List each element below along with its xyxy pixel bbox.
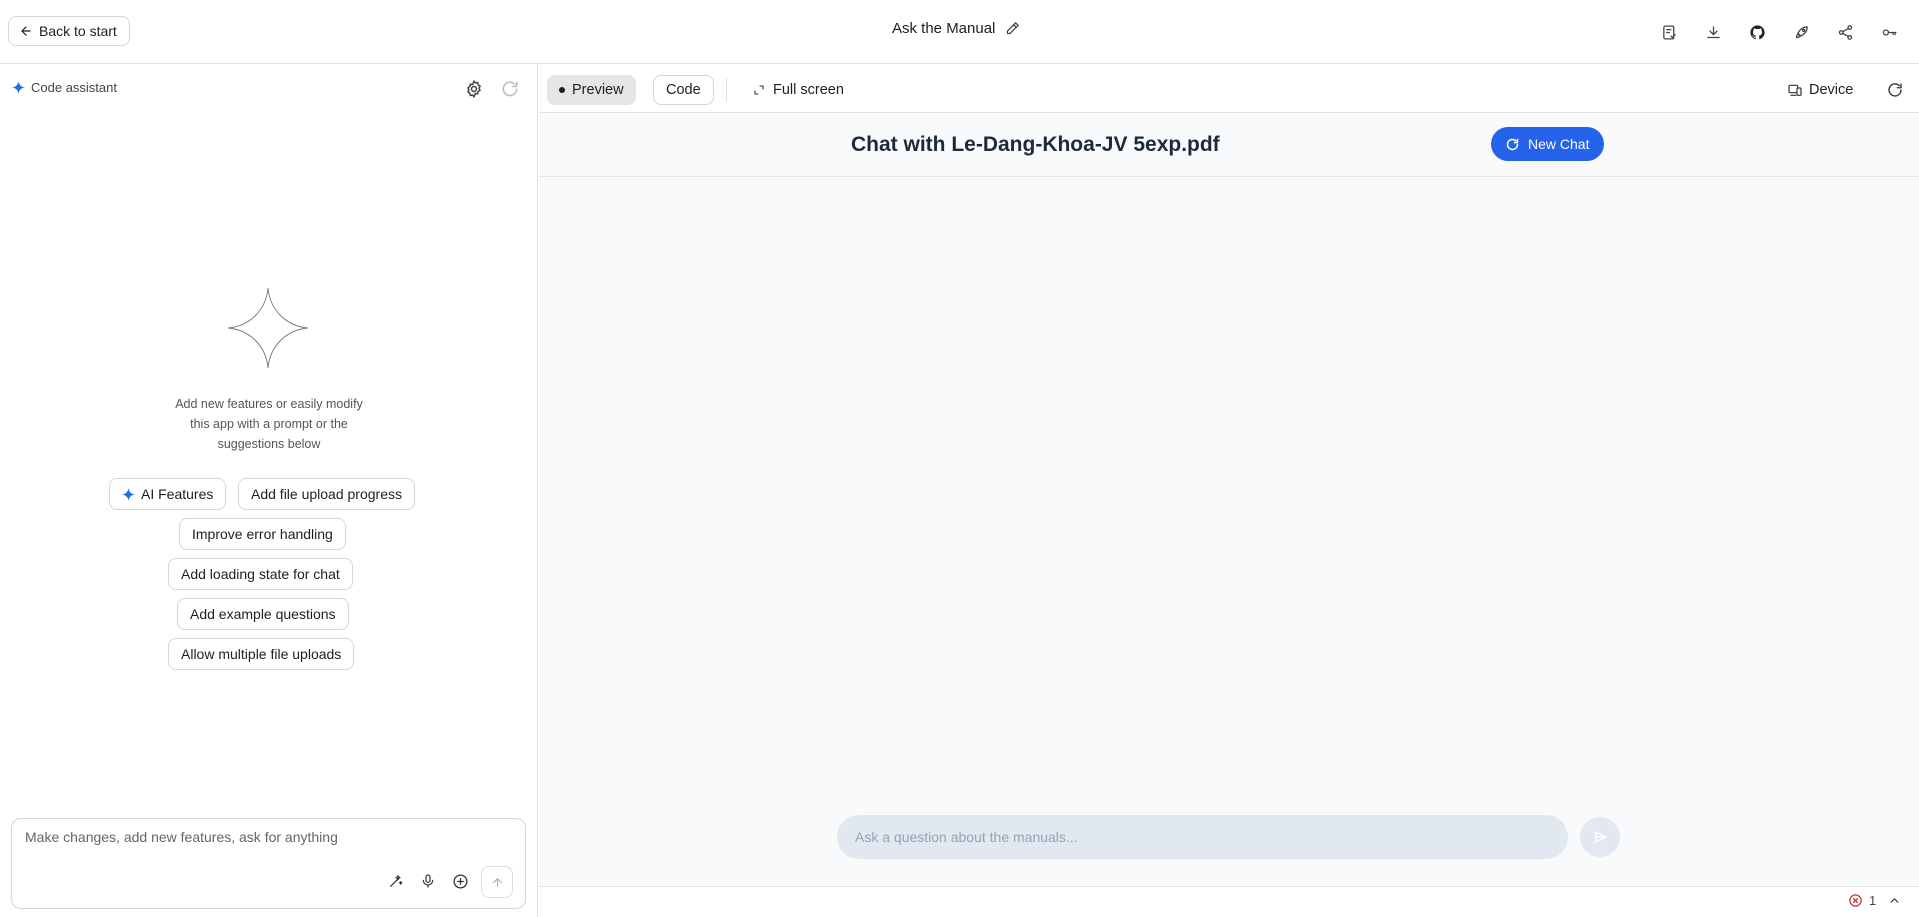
back-to-start-label: Back to start (39, 23, 117, 39)
code-assistant-panel: Code assistant Add new features or easil… (0, 64, 538, 917)
full-screen-button[interactable]: Full screen (753, 75, 844, 105)
expand-icon (754, 85, 764, 95)
download-icon (1706, 25, 1720, 38)
suggestion-add-loading-state[interactable]: Add loading state for chat (168, 558, 353, 590)
app-header: Chat with Le-Dang-Khoa-JV 5exp.pdf New C… (539, 113, 1919, 177)
refresh-icon (1506, 138, 1519, 150)
arrow-left-icon (21, 26, 31, 36)
magic-wand-icon (390, 875, 403, 887)
app-title-area: Ask the Manual (892, 20, 1020, 37)
add-attachment-button[interactable] (449, 870, 471, 892)
suggestion-label: Add example questions (190, 606, 336, 622)
suggestion-improve-error-handling[interactable]: Improve error handling (179, 518, 346, 550)
suggestion-add-file-upload-progress[interactable]: Add file upload progress (238, 478, 415, 510)
preview-panel: Preview Code Full screen Device Chat wit… (539, 64, 1919, 917)
assistant-description: Add new features or easily modify this a… (175, 397, 363, 451)
status-bar: 1 (539, 886, 1919, 917)
api-key-button[interactable] (1867, 18, 1911, 46)
arrow-up-icon (492, 877, 502, 887)
top-bar: Back to start Ask the Manual (0, 0, 1919, 64)
tab-preview-label: Preview (572, 82, 624, 98)
app-title: Ask the Manual (892, 20, 996, 37)
back-to-start-button[interactable]: Back to start (8, 16, 130, 46)
suggestion-label: Add file upload progress (251, 486, 402, 502)
assistant-header: Code assistant (12, 80, 117, 95)
question-input[interactable] (837, 815, 1568, 859)
deploy-button[interactable] (1779, 18, 1823, 46)
error-count: 1 (1869, 893, 1877, 908)
devices-icon (1788, 84, 1802, 96)
prompt-send-button[interactable] (481, 866, 513, 898)
error-indicator[interactable]: 1 (1848, 893, 1901, 908)
suggestion-label: Add loading state for chat (181, 566, 340, 582)
share-button[interactable] (1823, 18, 1867, 46)
toolbar-divider (726, 78, 727, 102)
changes-button[interactable] (1647, 18, 1691, 46)
api-key-icon (1882, 28, 1897, 36)
tab-code[interactable]: Code (653, 75, 714, 105)
large-sparkle-icon (227, 287, 309, 369)
share-icon (1838, 24, 1852, 40)
suggestion-label: AI Features (141, 486, 214, 502)
suggestion-allow-multiple-uploads[interactable]: Allow multiple file uploads (168, 638, 355, 670)
magic-edit-button[interactable] (385, 870, 407, 892)
changes-icon (1662, 24, 1676, 40)
sparkle-icon (122, 487, 135, 501)
device-label: Device (1809, 82, 1854, 98)
microphone-button[interactable] (417, 870, 439, 892)
error-circle-icon (1849, 894, 1862, 907)
settings-gear-icon[interactable] (464, 79, 484, 99)
suggestion-label: Allow multiple file uploads (181, 646, 342, 662)
suggestion-ai-features[interactable]: AI Features (109, 478, 227, 510)
top-actions (1647, 18, 1911, 46)
new-chat-button[interactable]: New Chat (1491, 127, 1605, 161)
send-icon (1594, 831, 1607, 843)
github-icon (1749, 24, 1765, 39)
chevron-up-icon (1890, 898, 1899, 903)
app-preview: Chat with Le-Dang-Khoa-JV 5exp.pdf New C… (539, 113, 1919, 886)
new-chat-label: New Chat (1528, 136, 1590, 152)
microphone-icon (422, 874, 434, 888)
tab-code-label: Code (666, 82, 701, 98)
tab-preview[interactable]: Preview (547, 75, 636, 105)
question-send-button[interactable] (1580, 817, 1620, 857)
full-screen-label: Full screen (773, 82, 844, 98)
sparkle-icon (12, 81, 25, 94)
reload-preview-icon[interactable] (1886, 81, 1904, 99)
plus-circle-icon (452, 873, 468, 889)
refresh-icon[interactable] (500, 79, 520, 99)
assistant-header-label: Code assistant (31, 80, 117, 95)
download-button[interactable] (1691, 18, 1735, 46)
preview-toolbar: Preview Code Full screen Device (539, 64, 1919, 113)
prompt-box (11, 818, 526, 909)
edit-pencil-icon[interactable] (1005, 21, 1020, 36)
app-chat-title: Chat with Le-Dang-Khoa-JV 5exp.pdf (851, 133, 1220, 156)
device-button[interactable]: Device (1787, 75, 1853, 105)
suggestion-label: Improve error handling (192, 526, 333, 542)
deploy-rocket-icon (1795, 25, 1808, 38)
github-button[interactable] (1735, 18, 1779, 46)
active-dot (559, 87, 565, 93)
prompt-input[interactable] (25, 829, 505, 845)
suggestion-add-example-questions[interactable]: Add example questions (177, 598, 349, 630)
